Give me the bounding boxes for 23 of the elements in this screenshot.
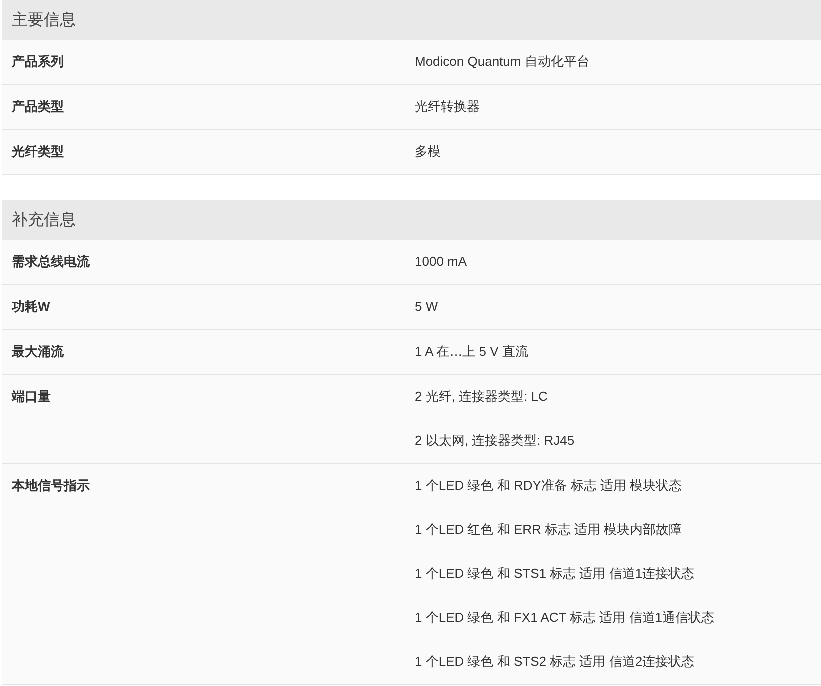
spec-label: 产品系列 (12, 53, 64, 71)
spec-value: 1 个LED 绿色 和 FX1 ACT 标志 适用 信道1通信状态 (415, 609, 715, 627)
spec-label: 光纤类型 (12, 143, 64, 161)
spec-value: 多模 (415, 143, 441, 161)
spec-value: 1 个LED 绿色 和 STS2 标志 适用 信道2连接状态 (415, 653, 695, 671)
spec-label: 端口量 (12, 388, 51, 406)
section-title: 主要信息 (12, 10, 76, 30)
spec-value: 1 个LED 红色 和 ERR 标志 适用 模块内部故障 (415, 521, 682, 539)
spec-label: 产品类型 (12, 98, 64, 116)
spec-value: 5 W (415, 298, 438, 316)
spec-value: Modicon Quantum 自动化平台 (415, 53, 590, 71)
spec-label: 最大涌流 (12, 343, 64, 361)
spec-value: 光纤转换器 (415, 98, 480, 116)
spec-value: 1000 mA (415, 253, 468, 271)
spec-value: 1 个LED 绿色 和 RDY准备 标志 适用 模块状态 (415, 477, 682, 495)
spec-value: 2 以太网, 连接器类型: RJ45 (415, 432, 575, 450)
spec-value: 2 光纤, 连接器类型: LC (415, 388, 548, 406)
spec-value: 1 A 在…上 5 V 直流 (415, 343, 528, 361)
spec-label: 功耗W (12, 298, 50, 316)
spec-value: 1 个LED 绿色 和 STS1 标志 适用 信道1连接状态 (415, 565, 695, 583)
spec-label: 本地信号指示 (12, 477, 90, 495)
spec-label: 需求总线电流 (12, 253, 90, 271)
section-title: 补充信息 (12, 210, 76, 230)
